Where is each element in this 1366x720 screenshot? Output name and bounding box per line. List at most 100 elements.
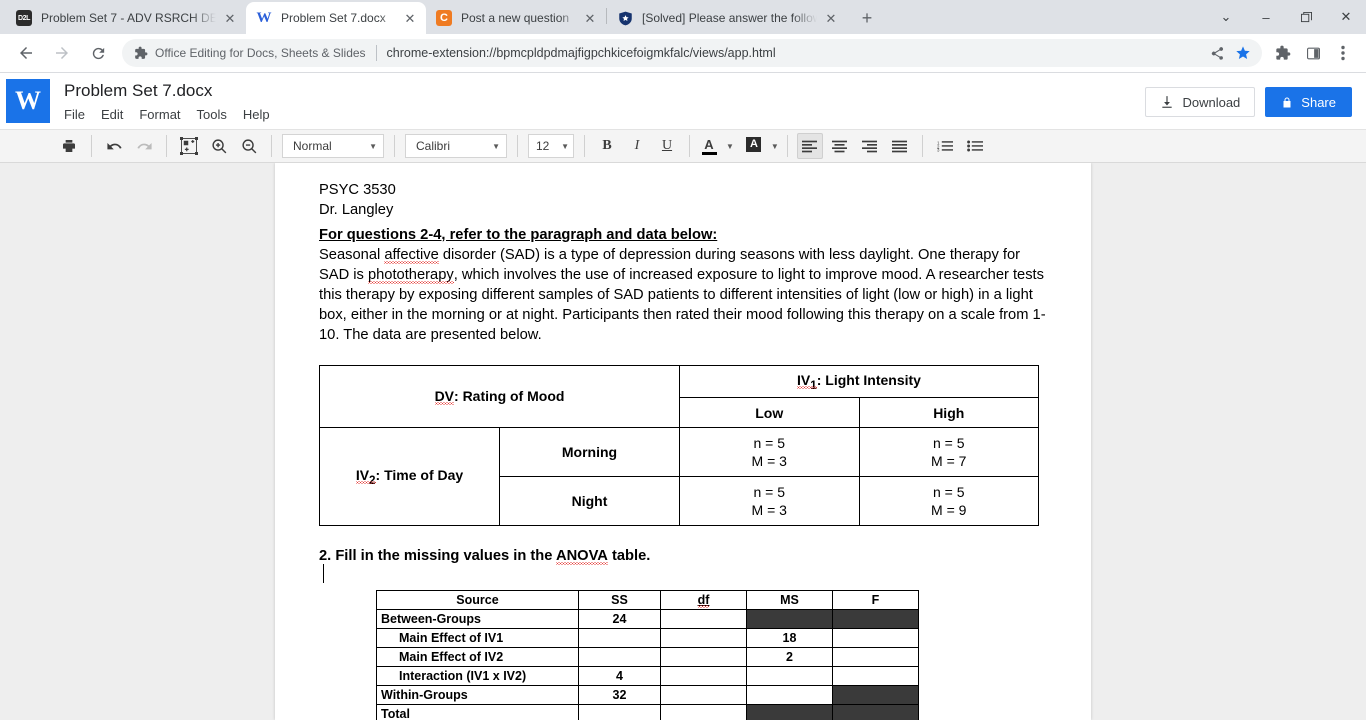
design-data-table[interactable]: DV: Rating of Mood IV1: Light Intensity … — [319, 364, 1039, 527]
menu-edit[interactable]: Edit — [101, 105, 131, 124]
three-dot-menu-icon[interactable] — [1328, 38, 1358, 68]
browser-tab-2[interactable]: W Problem Set 7.docx ✕ — [246, 2, 426, 34]
document-scroll-area[interactable]: PSYC 3530 Dr. Langley For questions 2-4,… — [0, 163, 1366, 720]
cell-m: M = 9 — [931, 502, 967, 519]
reload-button[interactable] — [83, 38, 113, 68]
anova-cell-ms[interactable] — [746, 685, 833, 706]
tab-search-icon[interactable]: ⌄ — [1206, 0, 1246, 34]
italic-button[interactable]: I — [624, 133, 650, 159]
anova-cell-ss[interactable] — [578, 647, 661, 668]
iv1-prefix-text: IV — [797, 371, 811, 388]
text-cursor — [323, 564, 324, 584]
anova-cell-df[interactable] — [660, 704, 747, 720]
chevron-down-icon: ▼ — [369, 141, 377, 151]
anova-cell-ms[interactable]: 18 — [746, 628, 833, 649]
anova-cell-ss[interactable]: 4 — [578, 666, 661, 687]
font-family-value: Calibri — [416, 139, 451, 153]
empty-paragraph-line[interactable] — [319, 564, 1047, 584]
iv1-level-low: Low — [679, 397, 860, 429]
dv-label-prefix: DV — [434, 388, 455, 405]
redo-icon[interactable] — [131, 133, 157, 159]
menu-file[interactable]: File — [64, 105, 93, 124]
highlight-color-button[interactable]: A ▼ — [743, 134, 779, 158]
table-row: Main Effect of IV2 2 — [376, 647, 919, 668]
anova-source-text: Main Effect of IV2 — [399, 650, 504, 665]
close-window-button[interactable]: ✕ — [1326, 0, 1366, 34]
word-app-logo: W — [6, 79, 50, 123]
back-button[interactable] — [11, 38, 41, 68]
address-bar[interactable]: Office Editing for Docs, Sheets & Slides… — [122, 39, 1262, 67]
side-panel-icon[interactable] — [1298, 38, 1328, 68]
cell-morning-low: n = 5 M = 3 — [679, 427, 860, 478]
cell-n: n = 5 — [753, 435, 786, 452]
browser-tab-1[interactable]: D2L Problem Set 7 - ADV RSRCH DES ✕ — [6, 2, 246, 34]
instructor-line: Dr. Langley — [319, 201, 394, 218]
align-left-icon[interactable] — [796, 133, 823, 159]
toolbar-divider — [689, 135, 690, 157]
document-page[interactable]: PSYC 3530 Dr. Langley For questions 2-4,… — [275, 163, 1091, 720]
iv1-level-high: High — [858, 397, 1039, 429]
anova-cell-ms[interactable]: 2 — [746, 647, 833, 668]
share-button[interactable]: Share — [1265, 87, 1352, 117]
font-size-select[interactable]: 12 ▼ — [528, 134, 574, 158]
text-color-button[interactable]: A ▼ — [698, 134, 734, 158]
iv2-header-cell: IV2: Time of Day — [319, 427, 500, 527]
tab-close-button[interactable]: ✕ — [823, 10, 839, 26]
bold-button[interactable]: B — [594, 133, 620, 159]
bulleted-list-icon[interactable] — [962, 133, 988, 159]
office-editing-app: W Problem Set 7.docx File Edit Format To… — [0, 72, 1366, 720]
zoom-in-icon[interactable] — [206, 133, 232, 159]
align-right-icon[interactable] — [857, 133, 883, 159]
anova-table[interactable]: Source SS df MS F Between-Groups 24 Main… — [376, 590, 919, 720]
underline-button[interactable]: U — [654, 133, 680, 159]
toolbar-divider — [166, 135, 167, 157]
align-justify-icon[interactable] — [887, 133, 913, 159]
anova-cell-f[interactable] — [832, 666, 919, 687]
font-family-select[interactable]: Calibri ▼ — [405, 134, 507, 158]
zoom-out-icon[interactable] — [236, 133, 262, 159]
anova-source-label: Within-Groups — [376, 685, 579, 706]
numbered-list-icon[interactable]: 123 — [932, 133, 958, 159]
toolbar-group-style: B I U — [592, 130, 682, 162]
print-icon[interactable] — [56, 133, 82, 159]
anova-cell-ms[interactable] — [746, 666, 833, 687]
new-tab-button[interactable]: + — [853, 4, 881, 32]
anova-cell-df[interactable] — [660, 666, 747, 687]
download-button[interactable]: Download — [1145, 87, 1256, 117]
maximize-button[interactable] — [1286, 0, 1326, 34]
cell-m: M = 3 — [751, 453, 787, 470]
tab-close-button[interactable]: ✕ — [222, 10, 238, 26]
anova-cell-ss[interactable] — [578, 704, 661, 720]
chevron-down-icon[interactable]: ▼ — [726, 142, 734, 151]
insert-object-icon[interactable] — [176, 133, 202, 159]
anova-cell-ss[interactable]: 32 — [578, 685, 661, 706]
browser-tab-3[interactable]: C Post a new question ✕ — [426, 2, 606, 34]
align-center-icon[interactable] — [827, 133, 853, 159]
browser-tab-4[interactable]: [Solved] Please answer the follow ✕ — [607, 2, 847, 34]
chevron-down-icon[interactable]: ▼ — [771, 142, 779, 151]
anova-cell-df[interactable] — [660, 628, 747, 649]
star-icon[interactable] — [1230, 40, 1256, 66]
share-icon[interactable] — [1204, 40, 1230, 66]
menu-format[interactable]: Format — [139, 105, 188, 124]
bold-label: B — [602, 138, 612, 153]
tab-close-button[interactable]: ✕ — [582, 10, 598, 26]
anova-cell-f[interactable] — [832, 647, 919, 668]
anova-cell-df[interactable] — [660, 685, 747, 706]
anova-cell-f[interactable] — [832, 628, 919, 649]
minimize-button[interactable]: – — [1246, 0, 1286, 34]
anova-cell-df[interactable] — [660, 647, 747, 668]
undo-icon[interactable] — [101, 133, 127, 159]
toolbar-divider — [584, 135, 585, 157]
paragraph-style-select[interactable]: Normal ▼ — [282, 134, 384, 158]
menu-tools[interactable]: Tools — [197, 105, 235, 124]
tab-close-button[interactable]: ✕ — [402, 10, 418, 26]
extensions-icon[interactable] — [1268, 38, 1298, 68]
anova-cell-df[interactable] — [660, 609, 747, 630]
menu-help[interactable]: Help — [243, 105, 278, 124]
anova-cell-ss[interactable]: 24 — [578, 609, 661, 630]
anova-cell-f-shaded — [832, 609, 919, 630]
anova-cell-ss[interactable] — [578, 628, 661, 649]
forward-button[interactable] — [47, 38, 77, 68]
download-label: Download — [1182, 94, 1241, 110]
